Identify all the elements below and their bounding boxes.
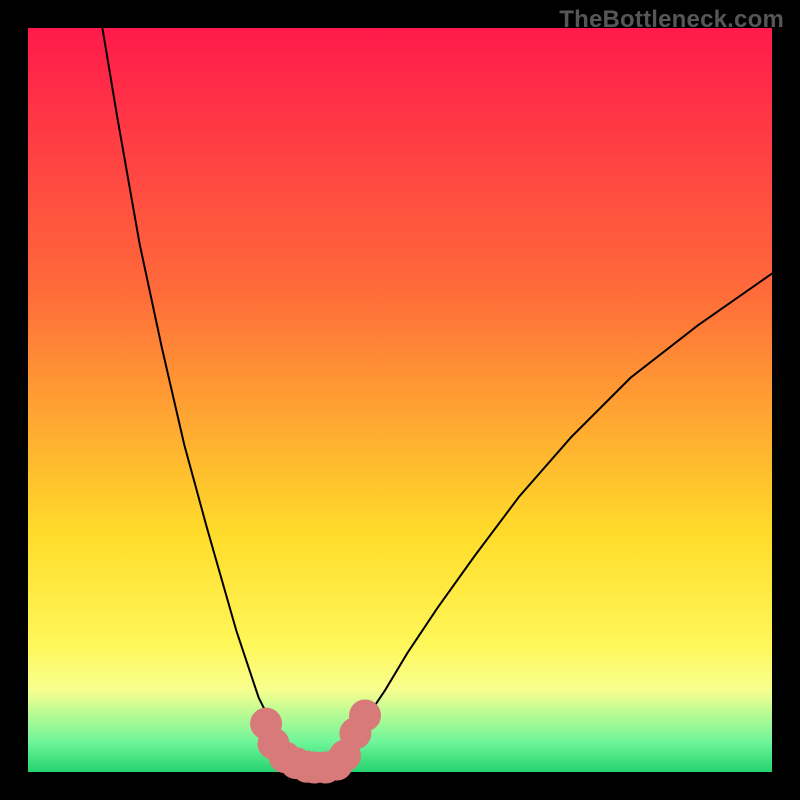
plot-area [28, 28, 772, 772]
chart-frame: TheBottleneck.com [0, 0, 800, 800]
series-curve-right [333, 274, 772, 765]
watermark-label: TheBottleneck.com [559, 6, 784, 34]
chart-svg [28, 28, 772, 772]
marker-dot [349, 699, 381, 731]
series-curve-left [102, 28, 310, 765]
